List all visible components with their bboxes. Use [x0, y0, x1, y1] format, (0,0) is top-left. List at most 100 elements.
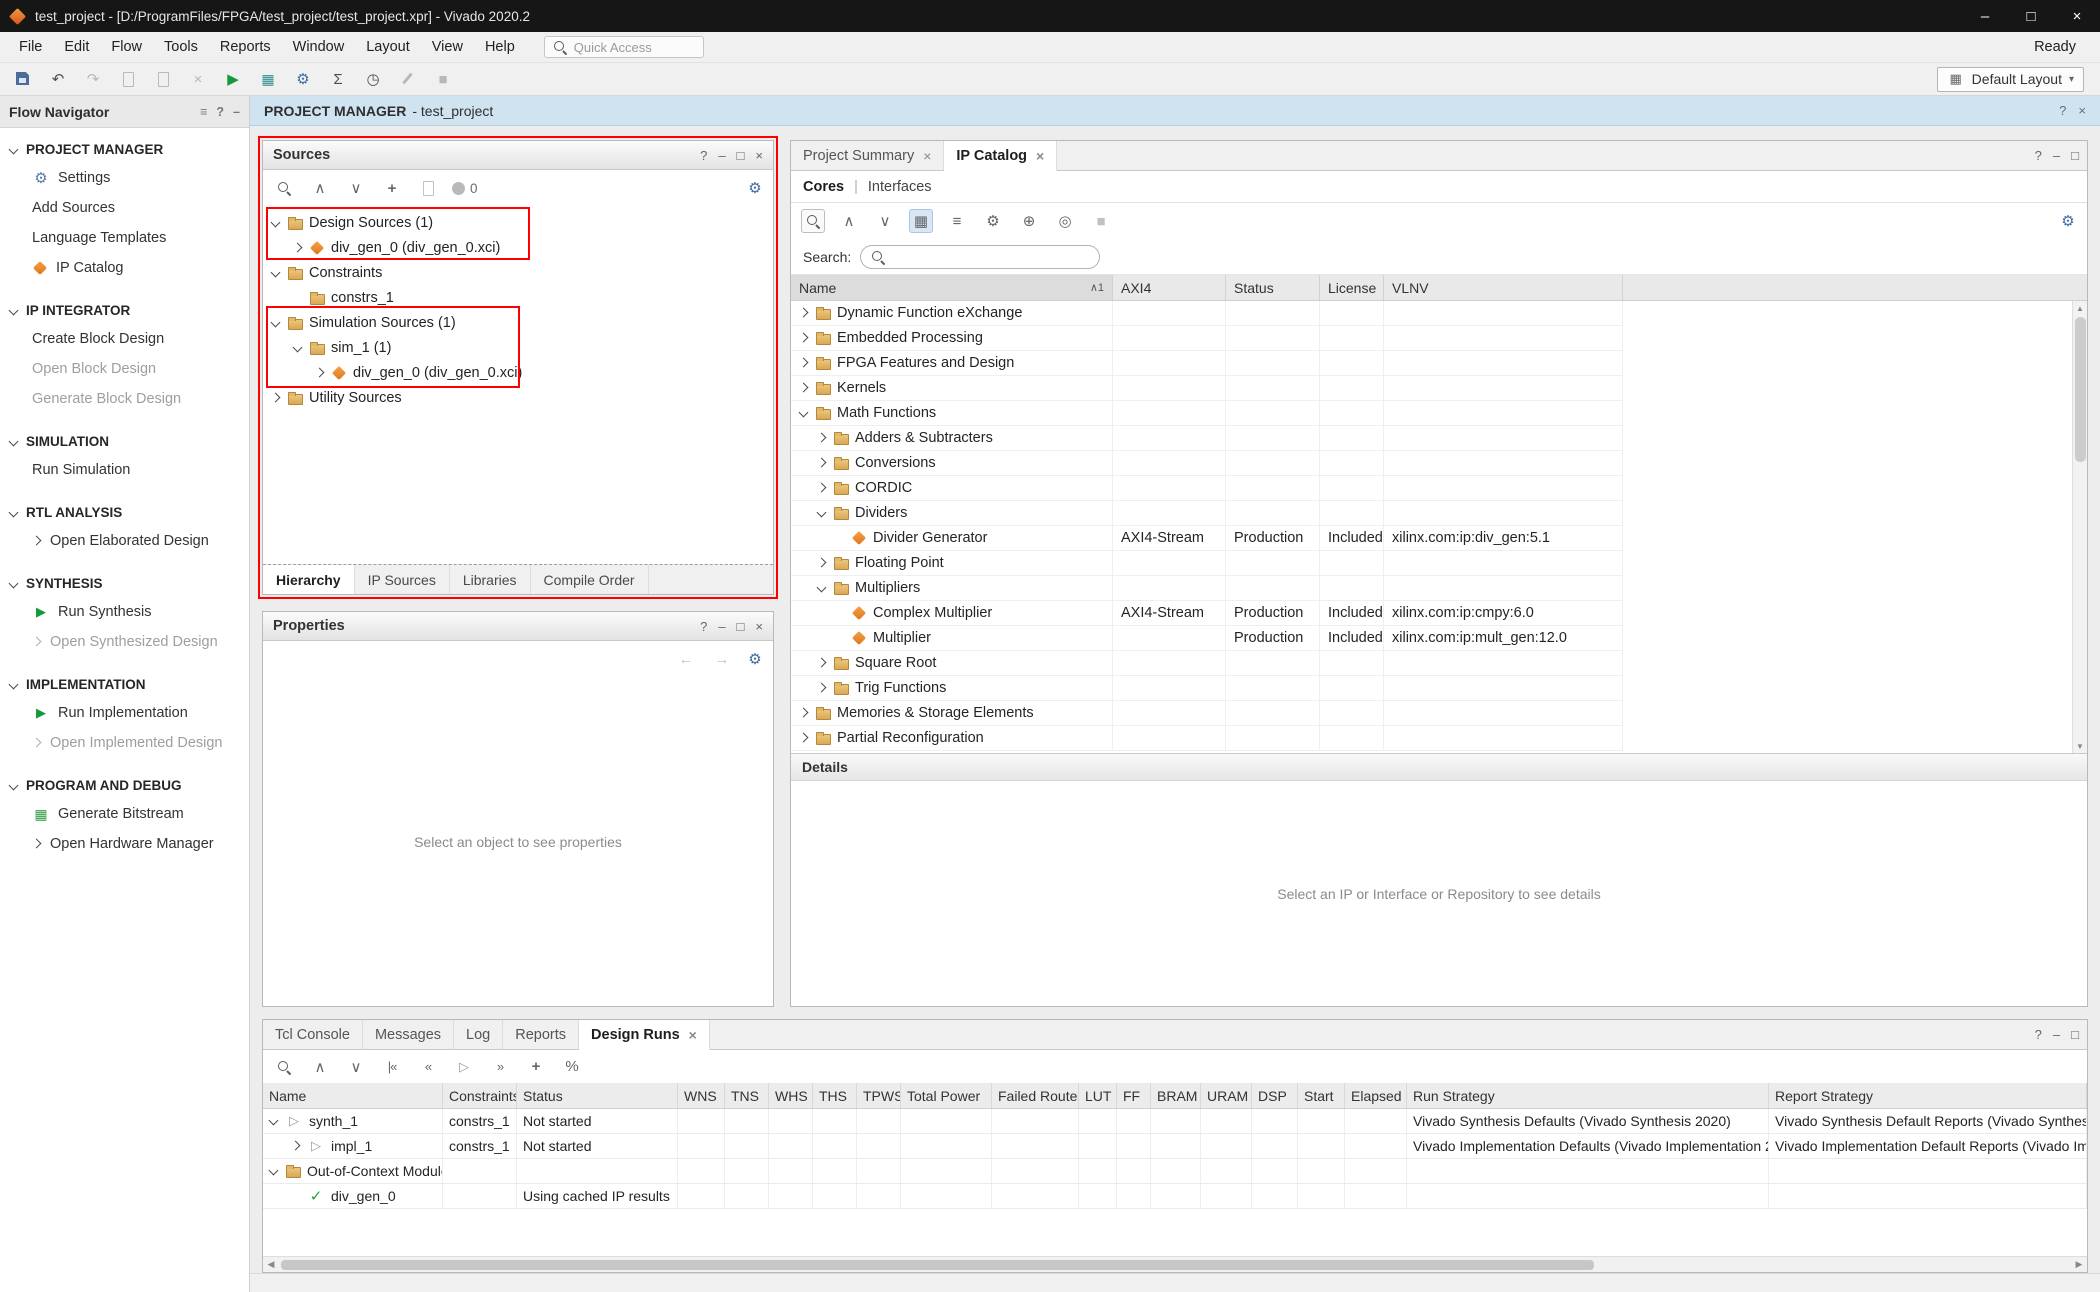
runs-horizontal-scrollbar[interactable]: ◀ ▶ [263, 1256, 2087, 1272]
dashboard-button[interactable]: ▦ [253, 66, 283, 92]
runs-column-failed-routes[interactable]: Failed Routes [992, 1083, 1079, 1108]
flow-section-header-rtl-analysis[interactable]: RTL ANALYSIS [0, 499, 249, 526]
tab-ip-catalog[interactable]: IP Catalog× [944, 141, 1057, 171]
tab-project-summary[interactable]: Project Summary× [791, 141, 944, 170]
history-button[interactable]: ◷ [358, 66, 388, 92]
runs-column-uram[interactable]: URAM [1201, 1083, 1252, 1108]
collapse-all-button[interactable]: ∧ [308, 1055, 332, 1079]
scroll-down-icon[interactable]: ▼ [2076, 739, 2084, 753]
menu-help[interactable]: Help [474, 35, 526, 59]
catalog-column-status[interactable]: Status [1226, 275, 1320, 300]
flow-section-header-simulation[interactable]: SIMULATION [0, 428, 249, 455]
scroll-left-icon[interactable]: ◀ [263, 1259, 279, 1270]
tab-compile-order[interactable]: Compile Order [531, 565, 649, 594]
stop-button[interactable]: ■ [428, 66, 458, 92]
flow-item-add-sources[interactable]: Add Sources [0, 193, 249, 223]
tree-row-design-sources[interactable]: Design Sources (1) [263, 210, 773, 235]
runs-column-whs[interactable]: WHS [769, 1083, 813, 1108]
runs-column-tns[interactable]: TNS [725, 1083, 769, 1108]
tab-messages[interactable]: Messages [363, 1020, 454, 1049]
tab-log[interactable]: Log [454, 1020, 503, 1049]
add-ip-button[interactable]: ⊕ [1017, 209, 1041, 233]
catalog-row-adders-subtracters[interactable]: Adders & Subtracters [791, 426, 1623, 451]
search-button[interactable] [272, 1055, 296, 1079]
search-button[interactable] [801, 209, 825, 233]
runs-column-lut[interactable]: LUT [1079, 1083, 1117, 1108]
runs-column-name[interactable]: Name [263, 1083, 443, 1108]
catalog-settings-gear-icon[interactable]: ⚙ [2059, 212, 2077, 230]
sources-help-icon[interactable]: ? [700, 148, 707, 163]
properties-float-icon[interactable]: □ [737, 619, 745, 634]
step-back-button[interactable]: « [416, 1055, 440, 1079]
tree-row-utility-sources[interactable]: Utility Sources [263, 385, 773, 410]
redo-button[interactable]: ↷ [78, 66, 108, 92]
close-icon[interactable]: × [689, 1027, 697, 1043]
tree-row-sim-1[interactable]: sim_1 (1) [263, 335, 773, 360]
catalog-row-embedded-processing[interactable]: Embedded Processing [791, 326, 1623, 351]
step-forward-button[interactable]: » [488, 1055, 512, 1079]
catalog-row-floating-point[interactable]: Floating Point [791, 551, 1623, 576]
runs-column-start[interactable]: Start [1298, 1083, 1345, 1108]
tab-hierarchy[interactable]: Hierarchy [263, 565, 355, 594]
catalog-row-dividers[interactable]: Dividers [791, 501, 1623, 526]
flow-section-header-project-manager[interactable]: PROJECT MANAGER [0, 136, 249, 163]
runs-column-tpws[interactable]: TPWS [857, 1083, 901, 1108]
flow-item-generate-block-design[interactable]: Generate Block Design [0, 384, 249, 414]
runs-column-ff[interactable]: FF [1117, 1083, 1151, 1108]
catalog-row-fpga-features-and-design[interactable]: FPGA Features and Design [791, 351, 1623, 376]
scroll-right-icon[interactable]: ▶ [2071, 1259, 2087, 1270]
runs-column-status[interactable]: Status [517, 1083, 678, 1108]
runs-row-out-of-context-module-runs[interactable]: Out-of-Context Module Runs [263, 1159, 2087, 1184]
catalog-column-axi4[interactable]: AXI4 [1113, 275, 1226, 300]
runs-help-icon[interactable]: ? [2035, 1027, 2042, 1042]
properties-minimize-icon[interactable]: – [718, 619, 725, 634]
sources-float-icon[interactable]: □ [737, 148, 745, 163]
sources-close-icon[interactable]: × [755, 148, 763, 163]
tab-design-runs[interactable]: Design Runs× [579, 1020, 710, 1050]
runs-row-impl-1[interactable]: ▷impl_1constrs_1Not startedVivado Implem… [263, 1134, 2087, 1159]
flow-item-run-synthesis[interactable]: ▶Run Synthesis [0, 597, 249, 627]
tree-row-div-gen-0[interactable]: div_gen_0 (div_gen_0.xci) [263, 235, 773, 260]
delete-button[interactable]: × [183, 66, 213, 92]
launch-run-button[interactable]: ▷ [452, 1055, 476, 1079]
catalog-float-icon[interactable]: □ [2071, 148, 2079, 163]
tab-libraries[interactable]: Libraries [450, 565, 531, 594]
menu-edit[interactable]: Edit [53, 35, 100, 59]
menu-view[interactable]: View [421, 35, 474, 59]
catalog-row-cordic[interactable]: CORDIC [791, 476, 1623, 501]
runs-column-run-strategy[interactable]: Run Strategy [1407, 1083, 1769, 1108]
paste-button[interactable] [148, 66, 178, 92]
back-button[interactable]: ← [674, 647, 698, 671]
flow-item-open-block-design[interactable]: Open Block Design [0, 354, 249, 384]
close-icon[interactable]: × [1036, 148, 1044, 164]
flow-item-ip-catalog[interactable]: IP Catalog [0, 253, 249, 283]
catalog-row-kernels[interactable]: Kernels [791, 376, 1623, 401]
tab-tcl-console[interactable]: Tcl Console [263, 1020, 363, 1049]
flow-item-language-templates[interactable]: Language Templates [0, 223, 249, 253]
catalog-column-license[interactable]: License [1320, 275, 1384, 300]
flow-nav-minimize-icon[interactable]: – [233, 105, 240, 119]
flow-item-create-block-design[interactable]: Create Block Design [0, 324, 249, 354]
catalog-row-multiplier[interactable]: MultiplierProductionIncludedxilinx.com:i… [791, 626, 1623, 651]
save-button[interactable] [8, 66, 38, 92]
flow-section-header-ip-integrator[interactable]: IP INTEGRATOR [0, 297, 249, 324]
jump-to-start-button[interactable]: |« [380, 1055, 404, 1079]
menu-reports[interactable]: Reports [209, 35, 282, 59]
subtab-interfaces[interactable]: Interfaces [868, 179, 932, 195]
runs-column-report-strategy[interactable]: Report Strategy [1769, 1083, 2087, 1108]
catalog-row-partial-reconfiguration[interactable]: Partial Reconfiguration [791, 726, 1623, 751]
copy-button[interactable] [113, 66, 143, 92]
tree-row-simulation-sources[interactable]: Simulation Sources (1) [263, 310, 773, 335]
catalog-row-square-root[interactable]: Square Root [791, 651, 1623, 676]
sources-settings-gear-icon[interactable]: ⚙ [746, 179, 764, 197]
expand-all-button[interactable]: ∨ [873, 209, 897, 233]
flow-item-open-elaborated-design[interactable]: Open Elaborated Design [0, 526, 249, 556]
create-run-button[interactable]: + [524, 1055, 548, 1079]
runs-minimize-icon[interactable]: – [2053, 1027, 2060, 1042]
flow-nav-help-icon[interactable]: ? [216, 105, 224, 119]
tree-row-constraints[interactable]: Constraints [263, 260, 773, 285]
quick-access-search[interactable]: Quick Access [544, 36, 704, 58]
scrollbar-thumb[interactable] [281, 1260, 1594, 1270]
flow-section-header-program-and-debug[interactable]: PROGRAM AND DEBUG [0, 772, 249, 799]
stop-button[interactable]: ■ [1089, 209, 1113, 233]
